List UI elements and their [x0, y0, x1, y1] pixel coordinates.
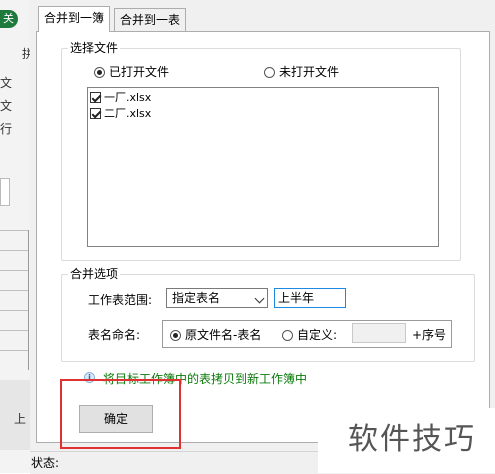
- sheet-tab[interactable]: 上: [14, 410, 26, 427]
- watermark: 软件技巧: [318, 408, 495, 473]
- tab-merge-to-sheet[interactable]: 合并到一表: [114, 8, 187, 31]
- sheet-grid: [0, 230, 29, 370]
- file-checkbox[interactable]: [90, 92, 101, 103]
- select-files-group: 选择文件 已打开文件 未打开文件 一厂.xlsx 二厂.xlsx: [61, 41, 461, 261]
- radio-custom-name-indicator[interactable]: [282, 330, 293, 341]
- radio-original-name[interactable]: 原文件名-表名: [170, 326, 261, 343]
- merge-options-title: 合并选项: [68, 267, 121, 281]
- merge-options-group: 合并选项 工作表范围: 指定表名 上半年 表名命名: 原文件名-表名 自定义: …: [61, 267, 475, 362]
- range-label: 工作表范围:: [88, 293, 153, 307]
- merge-dialog: 合并到一簿 合并到一表 选择文件 已打开文件 未打开文件 一厂.xlsx 二厂.…: [30, 0, 495, 474]
- background-excel-strip: 关 拼 文 文 行 上: [0, 0, 34, 473]
- radio-unopened-files[interactable]: 未打开文件: [264, 63, 339, 80]
- name-box[interactable]: [0, 178, 10, 206]
- tab-panel: 选择文件 已打开文件 未打开文件 一厂.xlsx 二厂.xlsx 合并选项 工作…: [36, 31, 490, 449]
- file-name: 一厂.xlsx: [104, 91, 152, 104]
- watermark-text: 软件技巧: [348, 422, 476, 457]
- status-label: 状态:: [31, 456, 60, 470]
- suffix-label: +序号: [412, 328, 447, 342]
- ribbon-badge: 关: [0, 10, 18, 28]
- radio-unopened-files-label: 未打开文件: [279, 65, 340, 79]
- radio-custom-name[interactable]: 自定义:: [282, 326, 337, 343]
- radio-open-files-label: 已打开文件: [109, 65, 170, 79]
- ribbon-char: 文: [0, 99, 13, 113]
- radio-open-files[interactable]: 已打开文件: [94, 63, 169, 80]
- file-item[interactable]: 一厂.xlsx: [90, 90, 151, 106]
- file-name: 二厂.xlsx: [104, 107, 152, 120]
- naming-label: 表名命名:: [88, 328, 141, 342]
- range-dropdown-value: 指定表名: [172, 291, 221, 305]
- ribbon-char: 文: [0, 76, 13, 90]
- select-files-title: 选择文件: [68, 41, 121, 55]
- radio-custom-name-label: 自定义:: [297, 328, 338, 342]
- file-list[interactable]: 一厂.xlsx 二厂.xlsx: [87, 87, 439, 247]
- radio-unopened-files-indicator[interactable]: [264, 67, 275, 78]
- radio-original-name-indicator[interactable]: [170, 330, 181, 341]
- file-item[interactable]: 二厂.xlsx: [90, 106, 151, 122]
- chevron-down-icon: [254, 293, 265, 304]
- file-checkbox[interactable]: [90, 108, 101, 119]
- radio-original-name-label: 原文件名-表名: [185, 328, 262, 342]
- sheet-name-input[interactable]: 上半年: [274, 288, 346, 308]
- radio-open-files-indicator[interactable]: [94, 67, 105, 78]
- tab-merge-to-workbook[interactable]: 合并到一簿: [38, 6, 111, 32]
- custom-name-input[interactable]: [352, 323, 406, 343]
- ok-button[interactable]: 确定: [79, 405, 153, 433]
- range-dropdown[interactable]: 指定表名: [166, 288, 268, 308]
- ribbon-char: 行: [0, 122, 13, 136]
